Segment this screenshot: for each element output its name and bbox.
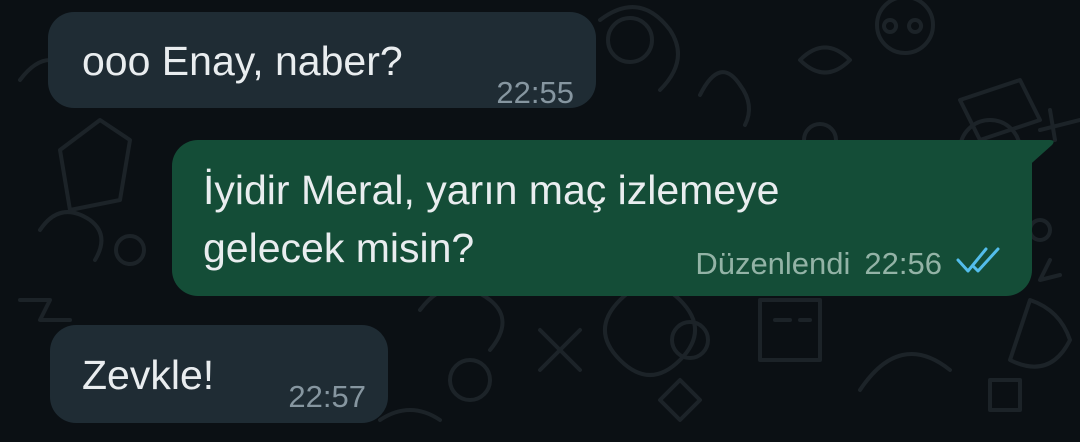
message-text-line-2: gelecek misin? xyxy=(203,225,475,271)
double-check-read-icon xyxy=(956,245,1002,283)
message-text: ooo Enay, naber? xyxy=(82,38,403,84)
message-text-line-1: İyidir Meral, yarın maç izlemeye xyxy=(203,167,780,213)
message-timestamp: 22:57 xyxy=(288,379,366,415)
message-timestamp: 22:55 xyxy=(496,75,574,111)
message-time: 22:57 xyxy=(288,379,366,414)
message-text: Zevkle! xyxy=(82,352,215,398)
edited-label: Düzenlendi xyxy=(695,246,851,281)
message-bubble-outgoing[interactable]: İyidir Meral, yarın maç izlemeye gelecek… xyxy=(172,140,1032,296)
message-meta: Düzenlendi 22:56 xyxy=(695,245,1002,283)
message-time: 22:55 xyxy=(496,75,574,110)
message-time: 22:56 xyxy=(864,246,942,281)
message-bubble-incoming[interactable]: ooo Enay, naber? 22:55 xyxy=(48,12,596,111)
message-bubble-incoming[interactable]: Zevkle! 22:57 xyxy=(50,325,388,423)
